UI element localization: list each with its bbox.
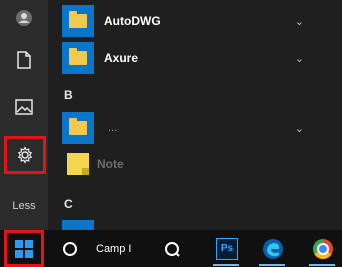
magnifier-icon — [165, 241, 180, 257]
taskbar: Camp I Ps — [0, 230, 342, 267]
edge-icon — [263, 238, 283, 259]
image-icon — [15, 99, 33, 115]
section-header-c[interactable]: C — [64, 197, 73, 211]
running-indicator — [259, 264, 285, 266]
app-row-sticky-notes[interactable]: Note — [48, 146, 342, 182]
chrome-icon — [313, 238, 333, 259]
windows-logo-icon — [15, 239, 33, 258]
user-account-button[interactable] — [0, 0, 48, 36]
app-label: Note — [97, 157, 124, 171]
folder-icon — [69, 11, 87, 28]
app-list: AutoDWG ⌄ Axure ⌄ B ... ⌄ Note C — [48, 0, 342, 230]
chevron-down-icon[interactable]: ⌄ — [295, 52, 304, 65]
running-indicator — [213, 264, 239, 266]
documents-button[interactable] — [0, 42, 48, 78]
start-button[interactable] — [4, 230, 44, 267]
start-left-rail: Less — [0, 0, 48, 230]
folder-icon — [69, 48, 87, 65]
user-icon — [16, 10, 32, 26]
photoshop-icon: Ps — [216, 237, 238, 260]
folder-tile — [62, 112, 94, 144]
pictures-button[interactable] — [0, 89, 48, 125]
settings-button[interactable] — [4, 136, 46, 174]
task-view-button[interactable] — [154, 230, 190, 267]
section-header-b[interactable]: B — [64, 88, 73, 102]
folder-tile — [62, 42, 94, 74]
folder-tile — [62, 5, 94, 37]
photoshop-app-button[interactable]: Ps — [210, 230, 244, 267]
edge-app-button[interactable] — [256, 230, 290, 267]
search-text: Camp I — [96, 242, 132, 255]
app-label-faded: ... — [108, 122, 118, 134]
less-label: Less — [12, 200, 36, 212]
app-row-autodwg[interactable]: AutoDWG ⌄ — [48, 3, 342, 39]
app-row-partial-folder[interactable]: ... ⌄ — [48, 110, 342, 146]
document-icon — [17, 51, 31, 69]
sticky-note-icon — [67, 153, 89, 175]
chevron-down-icon[interactable]: ⌄ — [295, 15, 304, 28]
folder-icon — [69, 118, 87, 135]
app-row-axure[interactable]: Axure ⌄ — [48, 40, 342, 76]
app-label: AutoDWG — [104, 14, 161, 28]
gear-icon — [17, 146, 33, 164]
cortana-circle-icon — [63, 241, 77, 256]
app-label: Axure — [104, 51, 139, 65]
running-indicator — [309, 264, 335, 266]
cortana-button[interactable] — [50, 230, 90, 267]
chevron-down-icon[interactable]: ⌄ — [295, 122, 304, 135]
search-field[interactable]: Camp I — [96, 230, 148, 267]
chrome-app-button[interactable] — [306, 230, 340, 267]
folder-tile — [62, 220, 94, 230]
